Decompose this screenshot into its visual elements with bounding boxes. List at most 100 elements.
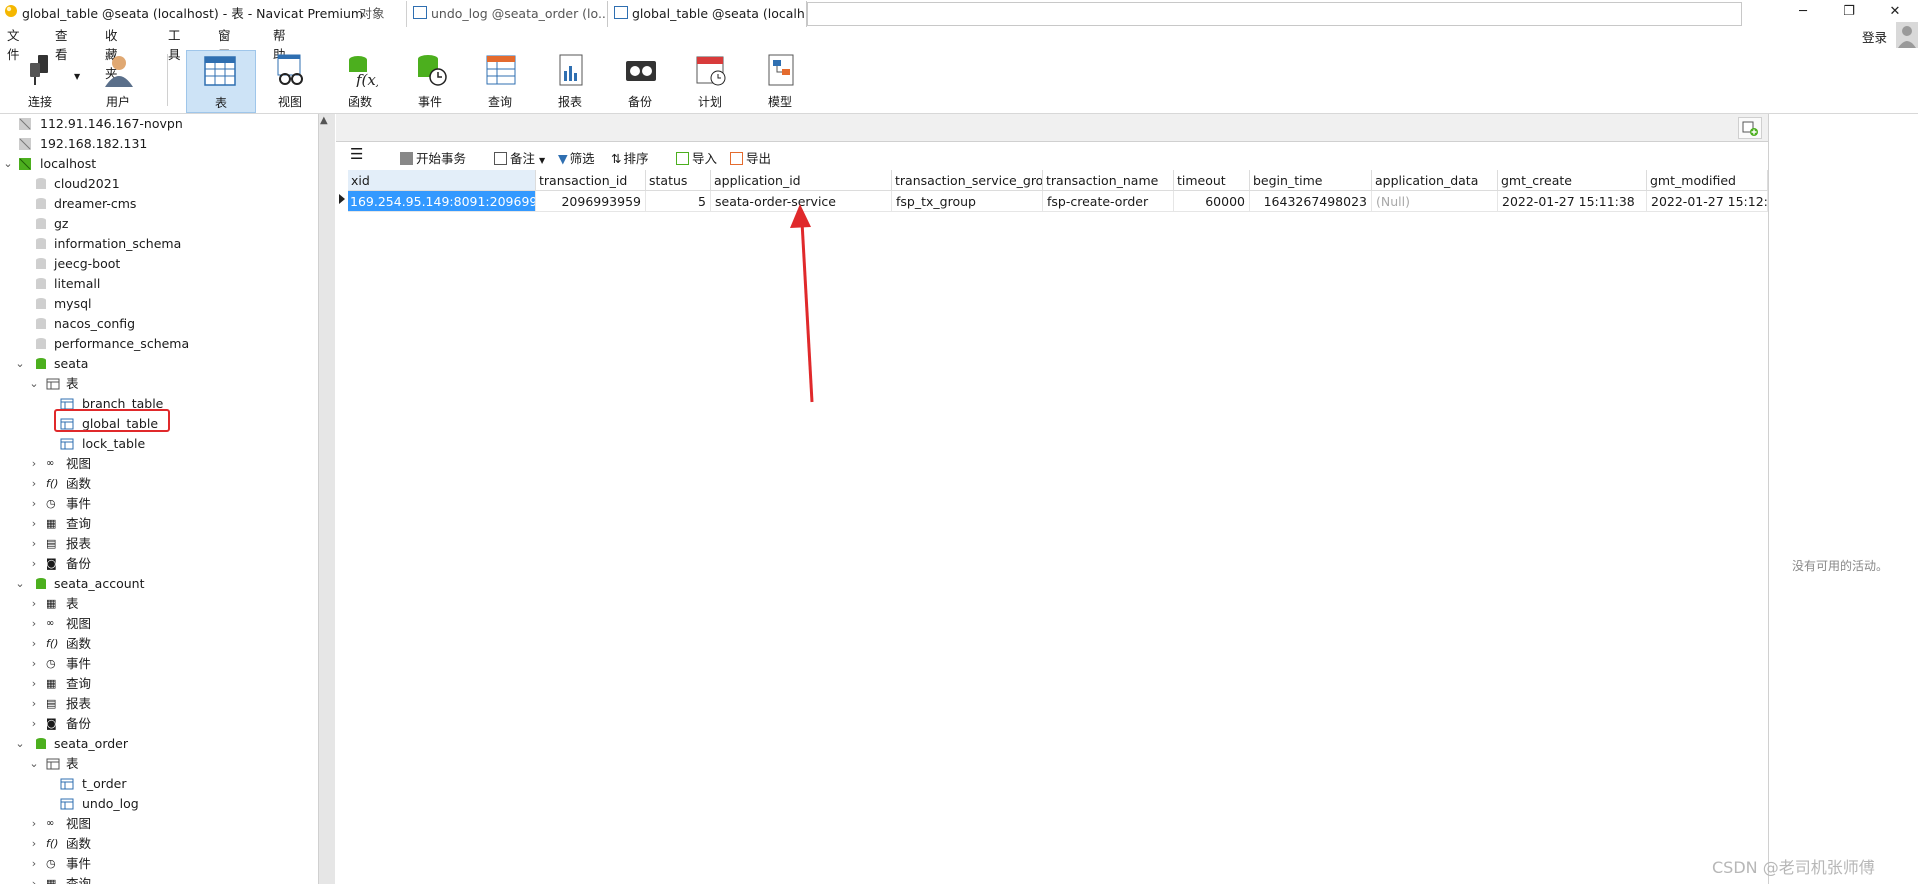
event-icon xyxy=(418,55,447,86)
toolbar-connect-button[interactable]: 连接 ▼ xyxy=(8,50,80,113)
import-button[interactable]: 导入 xyxy=(676,148,717,167)
table-cell-gmt_modified[interactable]: 2022-01-27 15:12:11 xyxy=(1647,191,1768,212)
table-cell-application_data[interactable]: (Null) xyxy=(1372,191,1498,212)
tree-order-tables-label: 表 xyxy=(66,756,79,771)
toolbar-report-button[interactable]: 报表 xyxy=(538,50,602,113)
chevron-right-icon[interactable]: › xyxy=(28,474,40,494)
tab-undo-log[interactable]: undo_log @seata_order (lo... xyxy=(406,1,606,27)
table-cell-transaction_service_group[interactable]: fsp_tx_group xyxy=(892,191,1043,212)
table-cell-status[interactable]: 5 xyxy=(646,191,711,212)
column-header-timeout[interactable]: timeout xyxy=(1174,170,1250,191)
chevron-down-icon[interactable]: ⌄ xyxy=(28,754,40,774)
chevron-down-icon[interactable]: ⌄ xyxy=(14,354,26,374)
notes-button[interactable]: 备注 ▼ xyxy=(494,148,545,167)
sort-button[interactable]: ⇅ 排序 xyxy=(611,148,649,167)
grid-toolbar: ☰ 开始事务 备注 ▼ ▼ 筛选 ⇅ 排序 导入 导出 xyxy=(336,143,1768,171)
column-header-gmt_create[interactable]: gmt_create xyxy=(1498,170,1647,191)
scroll-up-icon[interactable]: ▲ xyxy=(320,115,328,126)
tree-server-1-label: 112.91.146.167-novpn xyxy=(40,116,183,131)
toolbar-backup-button[interactable]: 备份 xyxy=(608,50,672,113)
tree-db-label: nacos_config xyxy=(54,316,136,331)
export-button[interactable]: 导出 xyxy=(730,148,771,167)
toolbar-model-button[interactable]: 模型 xyxy=(748,50,812,113)
chevron-right-icon[interactable]: › xyxy=(28,634,40,654)
database-closed-icon xyxy=(36,238,46,249)
column-header-transaction_name[interactable]: transaction_name xyxy=(1043,170,1174,191)
chevron-down-icon[interactable]: ⌄ xyxy=(14,734,26,754)
toolbar-event-button[interactable]: 事件 xyxy=(398,50,462,113)
user-avatar-icon xyxy=(1898,26,1916,48)
column-header-application_id[interactable]: application_id xyxy=(711,170,892,191)
toolbar-query-button[interactable]: 查询 xyxy=(468,50,532,113)
column-header-xid[interactable]: xid xyxy=(348,170,536,191)
export-icon xyxy=(730,152,743,165)
chevron-down-icon[interactable]: ⌄ xyxy=(28,374,40,394)
column-header-gmt_modified[interactable]: gmt_modified xyxy=(1647,170,1768,191)
filter-button[interactable]: ▼ 筛选 xyxy=(558,148,595,167)
table-icon xyxy=(413,6,427,19)
table-icon xyxy=(204,56,236,86)
tree-group-label: 视图 xyxy=(66,616,92,631)
chevron-right-icon[interactable]: › xyxy=(28,694,40,714)
toolbar-table-label: 表 xyxy=(214,96,227,110)
new-tab-button[interactable] xyxy=(1738,117,1762,139)
chevron-right-icon[interactable]: › xyxy=(28,614,40,634)
table-icon xyxy=(614,6,628,19)
tab-objects[interactable]: 对象 xyxy=(340,1,404,27)
tree-db-seata_order-label: seata_order xyxy=(54,736,129,751)
minimize-button[interactable]: ─ xyxy=(1780,0,1826,22)
toolbar-user-button[interactable]: 用户 xyxy=(86,50,150,113)
connect-dropdown-icon[interactable]: ▼ xyxy=(74,72,80,81)
column-header-application_data[interactable]: application_data xyxy=(1372,170,1498,191)
query-icon: ▦ xyxy=(46,877,57,884)
table-cell-transaction_id[interactable]: 2096993959 xyxy=(536,191,646,212)
hamburger-menu-icon[interactable]: ☰ xyxy=(350,145,363,163)
import-icon xyxy=(676,152,689,165)
database-open-icon xyxy=(36,358,46,369)
maximize-button[interactable]: ❐ xyxy=(1826,0,1872,22)
tree-db-label: cloud2021 xyxy=(54,176,120,191)
chevron-right-icon[interactable]: › xyxy=(28,554,40,574)
chevron-right-icon[interactable]: › xyxy=(28,874,40,884)
table-cell-xid[interactable]: 169.254.95.149:8091:209699395 xyxy=(348,191,536,212)
annotation-arrow-icon xyxy=(790,204,814,403)
chevron-right-icon[interactable]: › xyxy=(28,594,40,614)
chevron-right-icon[interactable]: › xyxy=(28,494,40,514)
table-cell-gmt_create[interactable]: 2022-01-27 15:11:38 xyxy=(1498,191,1647,212)
close-button[interactable]: ✕ xyxy=(1872,0,1918,22)
tree-db-label: performance_schema xyxy=(54,336,190,351)
avatar[interactable] xyxy=(1896,22,1918,48)
chevron-right-icon[interactable]: › xyxy=(28,814,40,834)
chevron-down-icon[interactable]: ⌄ xyxy=(2,154,14,174)
report-icon: ▤ xyxy=(46,697,57,710)
watermark: CSDN @老司机张师傅 xyxy=(1712,858,1875,877)
table-cell-transaction_name[interactable]: fsp-create-order xyxy=(1043,191,1174,212)
chevron-right-icon[interactable]: › xyxy=(28,834,40,854)
chevron-down-icon[interactable]: ⌄ xyxy=(14,574,26,594)
column-header-begin_time[interactable]: begin_time xyxy=(1250,170,1372,191)
column-header-status[interactable]: status xyxy=(646,170,711,191)
tab-global-table[interactable]: global_table @seata (localh... xyxy=(607,1,807,27)
table-cell-timeout[interactable]: 60000 xyxy=(1174,191,1250,212)
toolbar-schedule-button[interactable]: 计划 xyxy=(678,50,742,113)
filter-icon: ▼ xyxy=(558,151,568,166)
column-header-transaction_service_group[interactable]: transaction_service_group xyxy=(892,170,1043,191)
column-header-transaction_id[interactable]: transaction_id xyxy=(536,170,646,191)
begin-transaction-button[interactable]: 开始事务 xyxy=(400,148,466,167)
table-cell-begin_time[interactable]: 1643267498023 xyxy=(1250,191,1372,212)
chevron-right-icon[interactable]: › xyxy=(28,854,40,874)
tree-table-label: lock_table xyxy=(82,436,146,451)
toolbar-function-button[interactable]: f(x) 函数 xyxy=(328,50,392,113)
chevron-right-icon[interactable]: › xyxy=(28,514,40,534)
toolbar-view-button[interactable]: 视图 xyxy=(258,50,322,113)
tree-scrollbar[interactable] xyxy=(318,114,335,884)
query-icon: ▦ xyxy=(46,677,57,690)
chevron-right-icon[interactable]: › xyxy=(28,654,40,674)
toolbar-table-button[interactable]: 表 xyxy=(186,50,256,113)
chevron-right-icon[interactable]: › xyxy=(28,674,40,694)
chevron-right-icon[interactable]: › xyxy=(28,454,40,474)
chevron-right-icon[interactable]: › xyxy=(28,534,40,554)
tree-db-label: litemall xyxy=(54,276,101,291)
chevron-right-icon[interactable]: › xyxy=(28,714,40,734)
login-button[interactable]: 登录 xyxy=(1862,27,1887,46)
